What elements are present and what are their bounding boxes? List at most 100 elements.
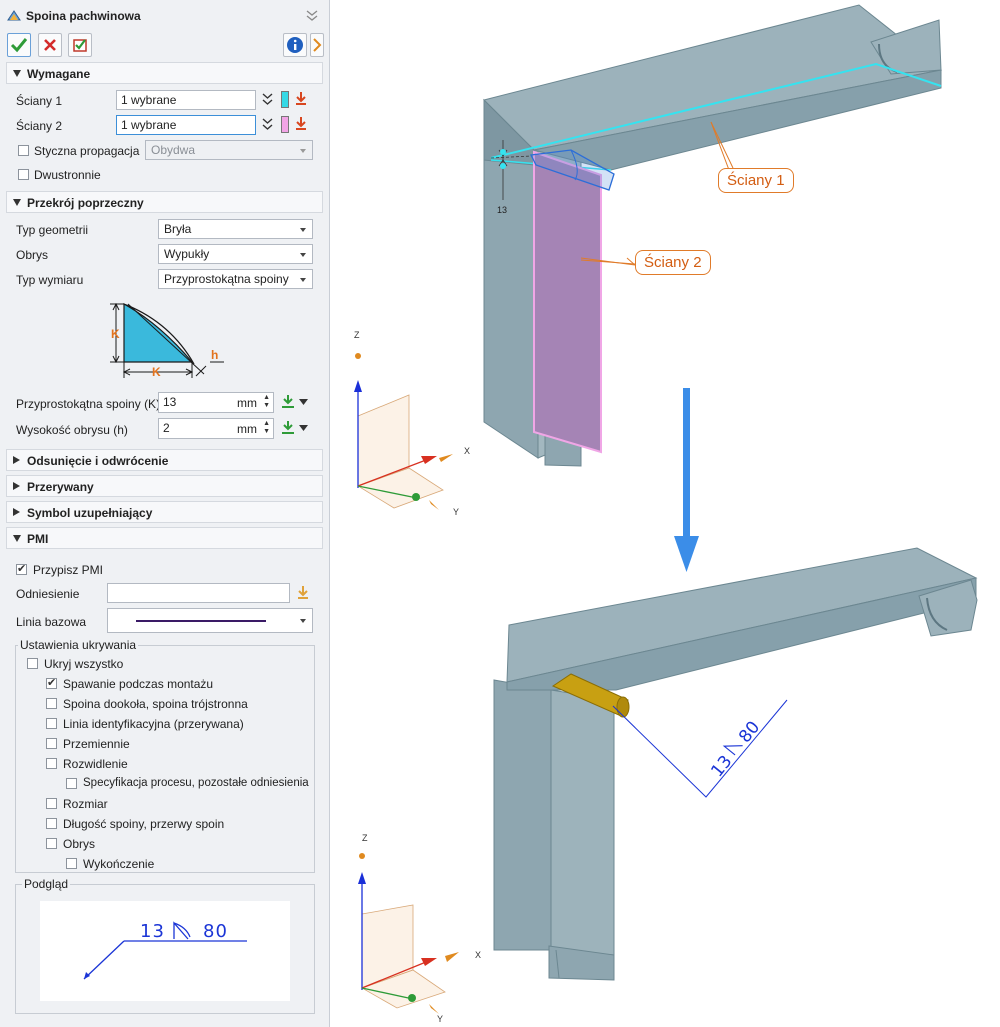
weld-cross-section-diagram: K K h — [110, 302, 224, 379]
assign-pmi-checkbox[interactable] — [16, 562, 27, 575]
expand-icon — [13, 70, 21, 77]
section-required-label: Wymagane — [27, 67, 91, 81]
dimension-options-icon[interactable] — [280, 420, 296, 436]
caret-down-icon[interactable] — [299, 424, 308, 432]
hide-item-checkbox[interactable] — [46, 758, 57, 769]
preview-size-text: 13 — [140, 921, 165, 942]
hide-item-checkbox[interactable] — [46, 818, 57, 829]
chevron-double-down-icon[interactable] — [262, 118, 273, 131]
faces1-label: Ściany 1 — [16, 94, 63, 108]
face2-highlight — [533, 150, 602, 454]
dimension-type-select[interactable]: Przyprostokątna spoiny — [158, 269, 313, 289]
panel-titlebar: Spoina pachwinowa — [0, 0, 330, 32]
both-sides-checkbox[interactable] — [18, 169, 29, 180]
hide-item-label: Linia identyfikacyjna (przerywana) — [63, 717, 244, 731]
section-offset-label: Odsunięcie i odwrócenie — [27, 454, 169, 468]
baseline-label: Linia bazowa — [16, 615, 87, 629]
3d-viewport[interactable]: 13 13 80 Z X Y Z X Y Ściany 1 Ściany 2 — [331, 0, 1000, 1027]
section-supplementary-label: Symbol uzupełniający — [27, 506, 153, 520]
hide-item-label: Obrys — [63, 837, 96, 851]
ok-button[interactable] — [7, 33, 31, 57]
section-pmi-header[interactable]: PMI — [6, 527, 323, 549]
contour-height-unit: mm — [237, 422, 257, 436]
section-cross-section-label: Przekrój poprzeczny — [27, 196, 144, 210]
assign-pmi-label: Przypisz PMI — [33, 563, 104, 577]
hide-item-label: Rozmiar — [63, 797, 108, 811]
reset-selection-icon[interactable] — [294, 116, 308, 132]
baseline-select[interactable] — [107, 608, 313, 633]
hide-item-label: Spawanie podczas montażu — [63, 677, 214, 691]
hide-item-checkbox[interactable] — [46, 718, 57, 729]
reset-selection-icon[interactable] — [294, 91, 308, 107]
section-pmi-label: PMI — [27, 532, 49, 546]
reference-label: Odniesienie — [16, 587, 80, 601]
info-button[interactable] — [283, 33, 307, 57]
contour-height-field[interactable]: 2 mm ▲ ▼ — [158, 418, 274, 439]
transition-arrow — [674, 388, 699, 572]
leg-length-value: 13 — [163, 395, 177, 409]
caret-down-icon[interactable] — [299, 398, 308, 406]
expand-icon — [13, 199, 21, 206]
contour-select[interactable]: Wypukły — [158, 244, 313, 264]
collapse-panel-icon[interactable] — [306, 10, 318, 21]
hide-item-checkbox[interactable] — [46, 838, 57, 849]
contour-height-value: 2 — [163, 421, 170, 435]
hide-item-label: Przemiennie — [63, 737, 130, 751]
contour-value: Wypukły — [164, 247, 210, 261]
leg-length-spinner[interactable]: ▲ ▼ — [263, 394, 270, 410]
cancel-button[interactable] — [38, 33, 62, 57]
dimension-type-label: Typ wymiaru — [16, 273, 84, 287]
triad-y-label: Y — [453, 507, 459, 517]
faces1-field[interactable]: 1 wybrane — [116, 90, 256, 110]
dimension-type-value: Przyprostokątna spoiny — [164, 272, 289, 286]
geometry-type-select[interactable]: Bryła — [158, 219, 313, 239]
weld-annotation-leader — [612, 699, 788, 798]
fillet-weld-panel: Spoina pachwinowa Wymagane Ściany 1 1 wy… — [0, 0, 330, 1027]
faces2-color-swatch[interactable] — [281, 116, 289, 133]
apply-button[interactable] — [68, 33, 92, 57]
reference-field[interactable] — [107, 583, 290, 603]
checkmark-icon — [10, 38, 28, 53]
section-cross-section-header[interactable]: Przekrój poprzeczny — [6, 191, 323, 213]
help-button[interactable] — [310, 33, 324, 57]
hide-item-checkbox[interactable] — [46, 676, 57, 689]
contour-height-spinner[interactable]: ▲ ▼ — [263, 420, 270, 436]
hide-item-checkbox[interactable] — [46, 738, 57, 749]
dimension-options-icon[interactable] — [280, 394, 296, 410]
faces1-color-swatch[interactable] — [281, 91, 289, 108]
model-canvas[interactable]: 13 13 80 Z X Y Z X Y — [331, 0, 1000, 1027]
reference-select-icon[interactable] — [296, 585, 310, 601]
expand-icon — [13, 456, 20, 464]
section-intermittent-header[interactable]: Przerywany — [6, 475, 323, 497]
tangent-propagation-checkbox[interactable] — [18, 145, 29, 156]
hide-item-checkbox[interactable] — [46, 698, 57, 709]
hide-item-label: Specyfikacja procesu, pozostałe odniesie… — [83, 777, 309, 789]
section-supplementary-header[interactable]: Symbol uzupełniający — [6, 501, 323, 523]
section-required-header[interactable]: Wymagane — [6, 62, 323, 84]
expand-icon — [13, 535, 21, 542]
section-intermittent-label: Przerywany — [27, 480, 94, 494]
both-sides-label: Dwustronnie — [34, 168, 101, 182]
triad-y-label: Y — [437, 1014, 443, 1024]
contour-label: Obrys — [16, 248, 49, 262]
chevron-double-down-icon[interactable] — [262, 93, 273, 106]
close-icon — [44, 39, 56, 51]
hide-item-label: Długość spoiny, przerwy spoin — [63, 817, 225, 831]
hide-item-checkbox[interactable] — [66, 858, 77, 869]
hide-item-label: Rozwidlenie — [63, 757, 128, 771]
weld-symbol-preview: 13 80 — [40, 901, 290, 1001]
triad-z-label: Z — [362, 833, 368, 843]
triad-x-label: X — [475, 950, 481, 960]
hide-item-checkbox[interactable] — [27, 658, 38, 669]
hide-item-checkbox[interactable] — [46, 798, 57, 809]
contour-height-label: Wysokość obrysu (h) — [16, 423, 128, 437]
geometry-type-value: Bryła — [164, 222, 192, 236]
hide-item-checkbox[interactable] — [66, 778, 77, 789]
leg-length-field[interactable]: 13 mm ▲ ▼ — [158, 392, 274, 413]
preview-length-text: 80 — [203, 921, 228, 942]
diagram-h-label: h — [211, 348, 218, 362]
faces2-field[interactable]: 1 wybrane — [116, 115, 256, 135]
section-offset-header[interactable]: Odsunięcie i odwrócenie — [6, 449, 323, 471]
weld-icon — [7, 10, 21, 21]
geometry-type-label: Typ geometrii — [16, 223, 89, 237]
